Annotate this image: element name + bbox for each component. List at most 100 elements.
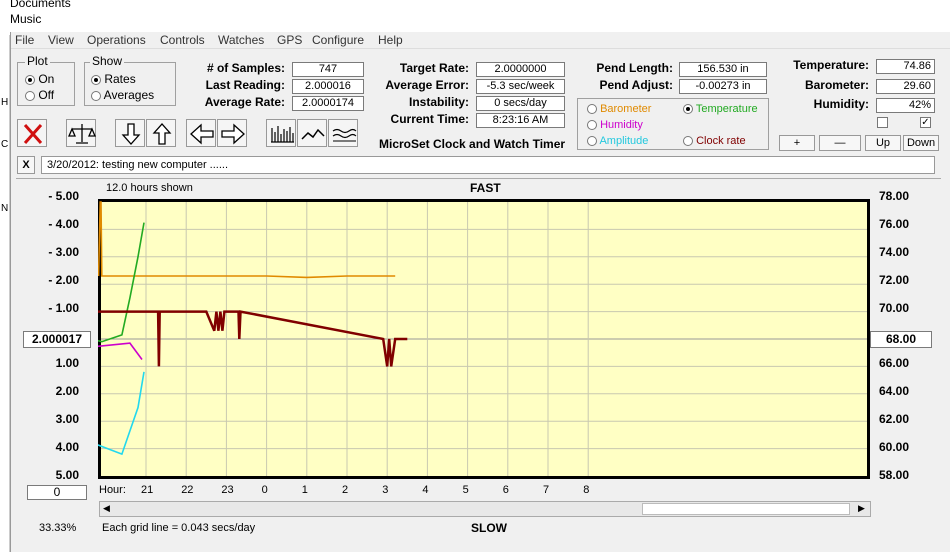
radio-dot: [25, 90, 35, 101]
arrow-down-icon: [121, 123, 141, 145]
clock-rate-radio-label: Clock rate: [696, 135, 746, 147]
background-sidebar: H C N: [0, 35, 10, 552]
scale-down-button[interactable]: Down: [903, 135, 939, 151]
right-axis-tick: 66.00: [879, 356, 910, 371]
humidity-radio[interactable]: Humidity: [587, 119, 643, 131]
hour-tick-label: 21: [141, 484, 154, 496]
rate-chart[interactable]: [98, 199, 870, 479]
temperature-radio[interactable]: Temperature: [683, 103, 758, 115]
pend-adjust-field: -0.00273 in: [679, 79, 767, 94]
plot-off-radio[interactable]: Off: [25, 88, 54, 102]
menu-configure[interactable]: Configure: [312, 33, 364, 47]
time-scrollbar[interactable]: ◀ ▶: [99, 501, 871, 517]
down-arrow-button[interactable]: [115, 119, 145, 147]
left-axis-tick: 5.00: [55, 468, 79, 482]
hour-axis-label: Hour:: [99, 484, 126, 496]
clear-button[interactable]: [17, 119, 47, 147]
temperature-field: 74.86: [876, 59, 935, 74]
scale-up-button[interactable]: Up: [865, 135, 901, 151]
slow-label: SLOW: [471, 521, 507, 535]
average-error-field: -5.3 sec/week: [476, 79, 565, 94]
wave-lines-icon: [332, 128, 357, 142]
plot-on-radio[interactable]: On: [25, 72, 54, 86]
left-axis-tick: - 5.00: [48, 189, 79, 203]
microset-window: File View Operations Controls Watches GP…: [10, 32, 950, 552]
arrow-left-icon: [190, 123, 214, 145]
hour-tick-label: 22: [181, 484, 194, 496]
right-axis-tick: 62.00: [879, 412, 910, 427]
up-arrow-button[interactable]: [146, 119, 176, 147]
target-rate-label: Target Rate:: [399, 61, 469, 75]
line-view-button[interactable]: [297, 119, 327, 147]
right-axis-tick: 72.00: [879, 272, 910, 287]
sidebar-letter: C: [1, 139, 9, 150]
plot-group-title: Plot: [25, 54, 50, 68]
center-temperature-field[interactable]: 68.00: [870, 331, 932, 348]
hour-tick-label: 8: [583, 484, 590, 496]
hour-tick-label: 1: [301, 484, 308, 496]
menu-help[interactable]: Help: [378, 33, 403, 47]
menu-operations[interactable]: Operations: [87, 33, 146, 47]
instability-field: 0 secs/day: [476, 96, 565, 111]
right-arrow-button[interactable]: [217, 119, 247, 147]
zoom-out-button[interactable]: —: [819, 135, 861, 151]
left-axis-tick: - 4.00: [48, 216, 79, 231]
arrow-up-icon: [152, 123, 172, 145]
close-notes-button[interactable]: X: [17, 156, 35, 174]
offset-field[interactable]: 0: [27, 485, 87, 500]
temperature-radio-label: Temperature: [695, 103, 758, 115]
average-rate-field: 2.0000174: [292, 96, 364, 111]
menu-watches[interactable]: Watches: [218, 33, 264, 47]
scale-checkbox-left[interactable]: [877, 117, 888, 128]
show-rates-radio[interactable]: Rates: [91, 72, 136, 86]
menu-gps[interactable]: GPS: [277, 33, 302, 47]
humidity-field: 42%: [876, 98, 935, 113]
left-axis-tick: 4.00: [55, 440, 79, 455]
hour-tick-label: 5: [462, 484, 469, 496]
show-averages-radio[interactable]: Averages: [91, 88, 154, 102]
background-explorer: Documents Music: [0, 0, 950, 35]
amplitude-radio[interactable]: Amplitude: [587, 135, 648, 147]
checkmark-icon: ✓: [921, 117, 930, 128]
samples-label: # of Samples:: [206, 61, 285, 75]
scrollbar-thumb[interactable]: [642, 503, 850, 515]
last-reading-field: 2.000016: [292, 79, 364, 94]
current-time-field: 8:23:16 AM: [476, 113, 565, 128]
menu-controls[interactable]: Controls: [160, 33, 205, 47]
clock-rate-radio[interactable]: Clock rate: [683, 135, 746, 147]
scroll-left-icon[interactable]: ◀: [103, 503, 110, 514]
right-axis-tick: 58.00: [879, 468, 910, 482]
menu-file[interactable]: File: [15, 33, 34, 47]
average-rate-label: Average Rate:: [204, 95, 285, 109]
menu-bar: File View Operations Controls Watches GP…: [11, 32, 950, 49]
radio-dot: [91, 74, 101, 85]
smooth-view-button[interactable]: [328, 119, 358, 147]
close-icon: X: [22, 159, 30, 171]
barometer-field: 29.60: [876, 79, 935, 94]
show-rates-label: Rates: [104, 72, 136, 86]
pend-length-field: 156.530 in: [679, 62, 767, 77]
percent-label: 33.33%: [39, 522, 77, 534]
current-time-label: Current Time:: [390, 112, 469, 126]
pend-length-label: Pend Length:: [596, 61, 673, 75]
menu-view[interactable]: View: [48, 33, 74, 47]
barometer-radio[interactable]: Barometer: [587, 103, 651, 115]
bars-view-button[interactable]: [266, 119, 296, 147]
right-axis-tick: 64.00: [879, 384, 910, 399]
radio-dot: [587, 104, 597, 115]
right-axis-tick: 78.00: [879, 189, 910, 203]
zoom-in-button[interactable]: +: [779, 135, 815, 151]
scale-checkbox-right[interactable]: ✓: [920, 117, 931, 128]
humidity-label: Humidity:: [813, 97, 869, 111]
left-axis-tick: 3.00: [55, 412, 79, 427]
scroll-right-icon[interactable]: ▶: [858, 503, 865, 514]
center-rate-field[interactable]: 2.000017: [23, 331, 91, 348]
left-arrow-button[interactable]: [186, 119, 216, 147]
notes-input[interactable]: 3/20/2012: testing new computer ......: [41, 156, 935, 174]
bar-chart-icon: [271, 126, 294, 143]
sidebar-letter: N: [1, 203, 9, 214]
right-axis-tick: 74.00: [879, 244, 910, 259]
hours-shown-label: 12.0 hours shown: [106, 182, 193, 194]
balance-button[interactable]: [66, 119, 96, 147]
radio-dot: [683, 136, 693, 147]
